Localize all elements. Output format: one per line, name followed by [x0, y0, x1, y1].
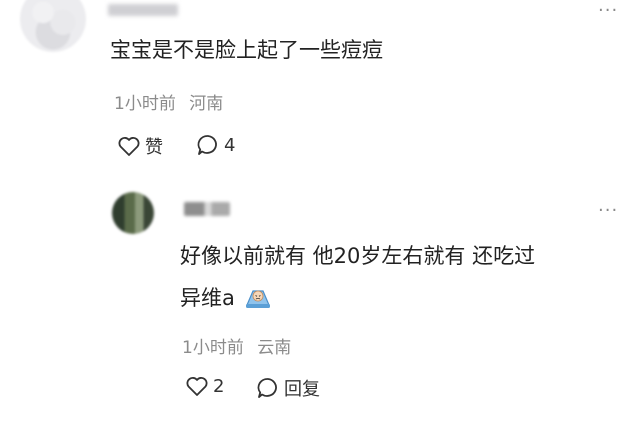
comment-like-label: 赞: [145, 137, 163, 158]
commenter-avatar[interactable]: [20, 0, 86, 52]
reply-time: 1小时前: [182, 338, 244, 358]
reply-meta: 1小时前 云南: [182, 333, 291, 358]
comment-reply-count: 4: [224, 134, 236, 156]
comment-location: 河南: [189, 94, 224, 114]
comment-time: 1小时前: [114, 94, 176, 114]
crying-face-sticker-icon: [245, 290, 270, 308]
chat-bubble-icon: [257, 378, 277, 398]
reply-location: 云南: [257, 338, 292, 358]
chat-bubble-icon: [197, 135, 217, 155]
reply-reply-label: 回复: [284, 379, 320, 400]
reply-text-line2: 异维a: [180, 286, 235, 310]
comment-reply-button[interactable]: 4: [196, 133, 235, 157]
comment-text: 宝宝是不是脸上起了一些痘痘: [110, 38, 383, 62]
reply-text-line1: 好像以前就有 他20岁左右就有 还吃过: [180, 244, 536, 268]
replier-username-blurred[interactable]: [184, 202, 230, 216]
heart-outline-icon: [118, 137, 140, 156]
reply-like-count: 2: [213, 375, 225, 397]
reply-like-button[interactable]: 2: [185, 375, 224, 397]
heart-outline-icon: [186, 377, 208, 396]
replier-avatar[interactable]: [112, 192, 154, 234]
reply-more-options-icon[interactable]: ···: [598, 202, 618, 220]
comment-meta: 1小时前 河南: [114, 89, 223, 114]
commenter-username-blurred[interactable]: [108, 4, 178, 16]
comment-like-button[interactable]: 赞: [117, 133, 163, 159]
reply-reply-button[interactable]: 回复: [256, 375, 320, 401]
reply-text-line2-wrapper: 异维a: [180, 282, 272, 312]
more-options-icon[interactable]: ···: [598, 2, 618, 20]
